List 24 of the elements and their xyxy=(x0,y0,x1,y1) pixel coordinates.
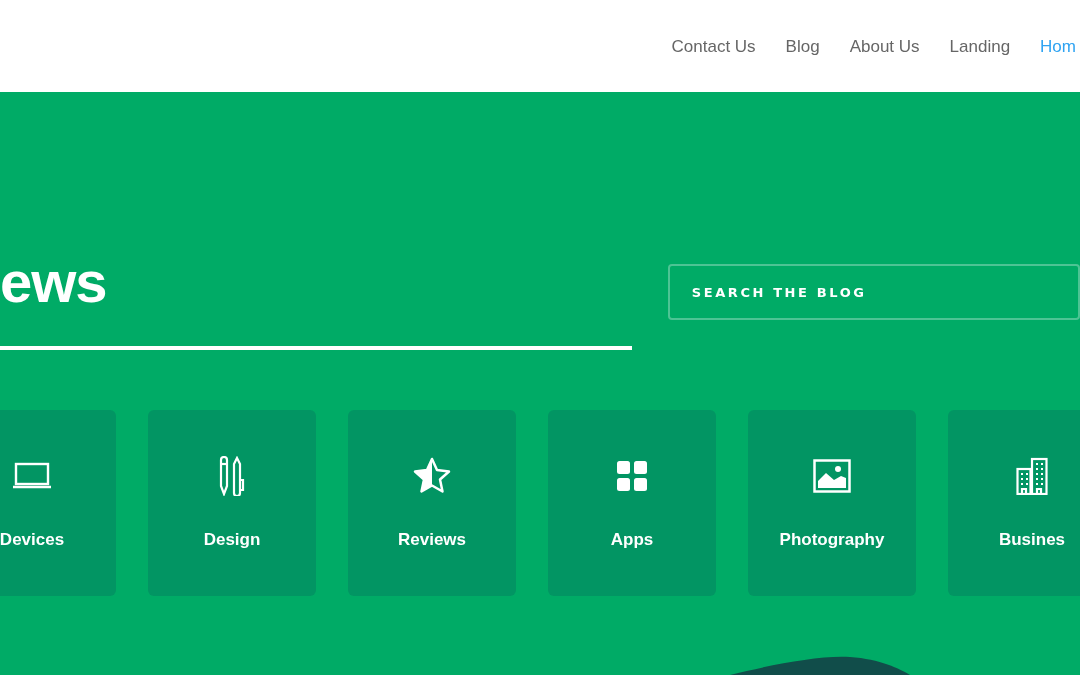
category-card[interactable]: Busines xyxy=(948,410,1080,596)
page-heading: ews xyxy=(0,248,108,316)
nav-link[interactable]: Landing xyxy=(949,36,1011,57)
category-card[interactable]: Design xyxy=(148,410,316,596)
category-card[interactable]: Photography xyxy=(748,410,916,596)
category-card[interactable]: Reviews xyxy=(348,410,516,596)
category-label: Design xyxy=(203,530,261,550)
category-label: Photography xyxy=(779,530,885,550)
grid-icon xyxy=(617,461,647,491)
category-card[interactable]: Devices xyxy=(0,410,116,596)
category-label: Busines xyxy=(998,530,1066,550)
category-label: Apps xyxy=(610,530,654,550)
nav-link[interactable]: Blog xyxy=(785,36,820,57)
category-label: Devices xyxy=(0,530,65,550)
pencils-icon xyxy=(217,456,247,496)
category-label: Reviews xyxy=(397,530,466,550)
building-icon xyxy=(1016,457,1048,495)
nav-link[interactable]: About Us xyxy=(849,36,920,57)
star-icon xyxy=(412,457,452,495)
laptop-icon xyxy=(12,462,52,490)
nav-link[interactable]: Hom xyxy=(1040,36,1076,57)
image-icon xyxy=(813,459,851,493)
category-card[interactable]: Apps xyxy=(548,410,716,596)
nav-link[interactable]: Contact Us xyxy=(671,36,756,57)
